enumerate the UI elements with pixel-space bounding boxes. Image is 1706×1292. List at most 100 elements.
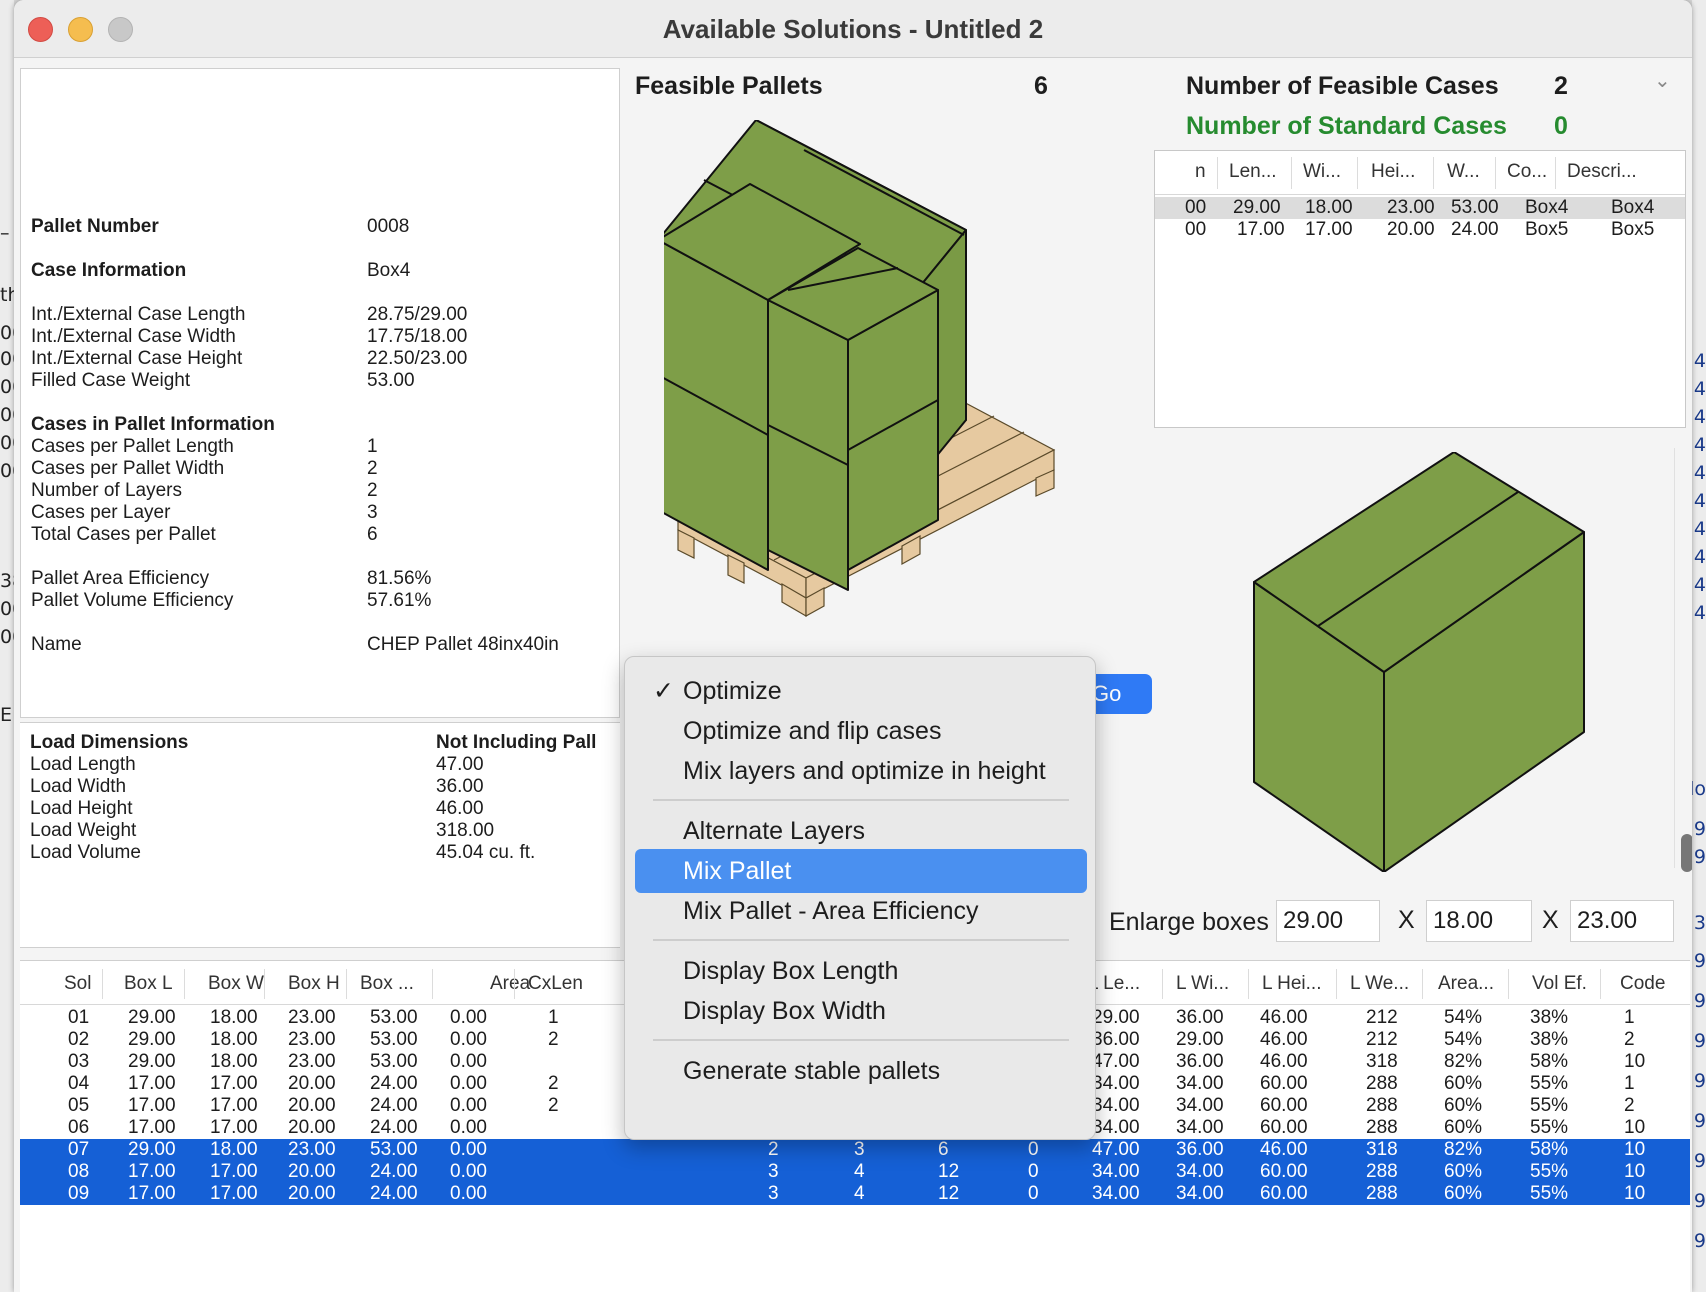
- solution-cell-bw: 17.00: [210, 1117, 258, 1138]
- solution-cell-bl: 17.00: [128, 1183, 176, 1204]
- column-header[interactable]: Co...: [1507, 161, 1547, 183]
- solution-cell-area: 0.00: [450, 1139, 487, 1160]
- solution-cell-lw: 29.00: [1176, 1029, 1224, 1050]
- column-header[interactable]: Area...: [1438, 973, 1494, 995]
- column-header[interactable]: Box W: [208, 973, 264, 995]
- background-fragment: 4: [1693, 462, 1706, 484]
- solution-cell-bl: 29.00: [128, 1029, 176, 1050]
- solution-cell-ve: 55%: [1530, 1161, 1569, 1182]
- column-header[interactable]: L Wi...: [1176, 973, 1229, 995]
- column-header[interactable]: Descri...: [1567, 161, 1637, 183]
- menu-item-mix-layers[interactable]: Mix layers and optimize in height: [635, 749, 1087, 793]
- load-length-value: 47.00: [436, 754, 484, 775]
- solution-cell-lw: 34.00: [1176, 1117, 1224, 1138]
- background-fragment: 9: [1693, 1230, 1706, 1252]
- solution-cell-lw: 34.00: [1176, 1073, 1224, 1094]
- enlarge-height-input[interactable]: 23.00: [1570, 900, 1674, 942]
- column-header[interactable]: L Hei...: [1262, 973, 1322, 995]
- column-header[interactable]: Code: [1620, 973, 1665, 995]
- column-header[interactable]: CxLen: [528, 973, 583, 995]
- column-header[interactable]: n: [1195, 161, 1206, 183]
- pallet-3d-view[interactable]: [664, 120, 1124, 660]
- column-header[interactable]: Hei...: [1371, 161, 1415, 183]
- solution-cell-area: 0.00: [450, 1007, 487, 1028]
- column-header[interactable]: W...: [1447, 161, 1480, 183]
- column-header[interactable]: L We...: [1350, 973, 1409, 995]
- cases-in-pallet-label: Cases in Pallet Information: [31, 414, 275, 435]
- background-fragment: 4: [1693, 434, 1706, 456]
- pallet-number-value: 0008: [367, 216, 410, 237]
- column-header[interactable]: Area: [490, 973, 530, 995]
- column-header[interactable]: Box L: [124, 973, 173, 995]
- case-row[interactable]: 00 17.00 17.00 20.00 24.00 Box5 Box5: [1155, 219, 1685, 241]
- solution-cell-lw: 34.00: [1176, 1161, 1224, 1182]
- solution-cell-lh: 46.00: [1260, 1051, 1308, 1072]
- column-header[interactable]: Box H: [288, 973, 340, 995]
- case-info-label: Case Information: [31, 260, 187, 281]
- optimization-mode-menu: ✓ Optimize Optimize and flip cases Mix l…: [624, 656, 1096, 1140]
- solution-cell-bh: 20.00: [288, 1161, 336, 1182]
- solution-cell-code: 10: [1624, 1051, 1646, 1072]
- solution-cell-ae: 60%: [1444, 1073, 1483, 1094]
- title-bar[interactable]: Available Solutions - Untitled 2: [14, 0, 1692, 58]
- solution-row[interactable]: 07 29.00 18.00 23.00 53.00 0.00 2 3 6 0 47.00 36.00…: [20, 1139, 1690, 1161]
- menu-item-display-box-length[interactable]: Display Box Length: [635, 949, 1087, 993]
- background-fragment: 9: [1693, 990, 1706, 1012]
- column-header[interactable]: Box ...: [360, 973, 414, 995]
- box-view-scroll-track: [1674, 448, 1675, 868]
- solution-cell-lw: 36.00: [1176, 1139, 1224, 1160]
- int-ext-width-label: Int./External Case Width: [31, 326, 236, 347]
- chevron-down-icon[interactable]: ⌄: [1654, 68, 1671, 93]
- background-fragment: 4: [1693, 490, 1706, 512]
- column-header[interactable]: Sol: [64, 973, 91, 995]
- column-header[interactable]: Vol Ef.: [1532, 973, 1587, 995]
- solution-cell-lh: 46.00: [1260, 1029, 1308, 1050]
- column-header[interactable]: Wi...: [1303, 161, 1341, 183]
- solution-cell-ve: 55%: [1530, 1095, 1569, 1116]
- solution-cell-bl: 17.00: [128, 1073, 176, 1094]
- solution-cell-m1: 2: [768, 1139, 779, 1160]
- background-fragment: 9: [1693, 846, 1706, 868]
- available-solutions-window: Available Solutions - Untitled 2 Pallet …: [14, 0, 1692, 1292]
- menu-item-mix-pallet-area[interactable]: Mix Pallet - Area Efficiency: [635, 889, 1087, 933]
- solution-row[interactable]: 08 17.00 17.00 20.00 24.00 0.00 3 4 12 0 34.00 34.0…: [20, 1161, 1690, 1183]
- solution-cell-area: 0.00: [450, 1029, 487, 1050]
- solution-row[interactable]: 09 17.00 17.00 20.00 24.00 0.00 3 4 12 0 34.00 34.0…: [20, 1183, 1690, 1205]
- menu-item-label: Display Box Length: [683, 957, 899, 985]
- enlarge-width-input[interactable]: 18.00: [1426, 900, 1532, 942]
- solution-cell-ae: 60%: [1444, 1095, 1483, 1116]
- solution-cell-bl: 29.00: [128, 1007, 176, 1028]
- int-ext-length-value: 28.75/29.00: [367, 304, 468, 325]
- solution-cell-bw: 18.00: [210, 1139, 258, 1160]
- menu-separator: [653, 1039, 1069, 1041]
- solution-cell-bx: 24.00: [370, 1073, 418, 1094]
- solution-cell-cx: 2: [548, 1029, 559, 1050]
- solution-cell-lwe: 288: [1366, 1183, 1398, 1204]
- solution-cell-code: 2: [1624, 1029, 1635, 1050]
- solution-cell-ae: 60%: [1444, 1183, 1483, 1204]
- solution-cell-m3: 6: [938, 1139, 949, 1160]
- case-cell: 23.00: [1387, 197, 1435, 218]
- background-fragment: 4: [1693, 518, 1706, 540]
- solution-cell-cx: 1: [548, 1007, 559, 1028]
- background-fragment: 9: [1693, 818, 1706, 840]
- menu-item-optimize-flip[interactable]: Optimize and flip cases: [635, 709, 1087, 753]
- box-view-scrollbar[interactable]: [1681, 834, 1692, 872]
- case-3d-view[interactable]: [1244, 452, 1624, 872]
- case-row[interactable]: 00 29.00 18.00 23.00 53.00 Box4 Box4: [1155, 197, 1685, 219]
- menu-item-alternate-layers[interactable]: Alternate Layers: [635, 809, 1087, 853]
- load-dimensions-label: Load Dimensions: [30, 732, 189, 753]
- load-width-value: 36.00: [436, 776, 484, 797]
- enlarge-length-input[interactable]: 29.00: [1276, 900, 1380, 942]
- solution-cell-code: 10: [1624, 1139, 1646, 1160]
- menu-item-display-box-width[interactable]: Display Box Width: [635, 989, 1087, 1033]
- solution-cell-sol: 05: [68, 1095, 90, 1116]
- column-header[interactable]: Len...: [1229, 161, 1277, 183]
- menu-item-optimize[interactable]: ✓ Optimize: [635, 669, 1087, 713]
- solution-cell-sol: 01: [68, 1007, 90, 1028]
- solution-cell-lw: 34.00: [1176, 1095, 1224, 1116]
- solution-cell-bh: 23.00: [288, 1029, 336, 1050]
- menu-item-generate-stable[interactable]: Generate stable pallets: [635, 1049, 1087, 1093]
- background-fragment: 4: [1693, 602, 1706, 624]
- menu-item-mix-pallet[interactable]: Mix Pallet: [635, 849, 1087, 893]
